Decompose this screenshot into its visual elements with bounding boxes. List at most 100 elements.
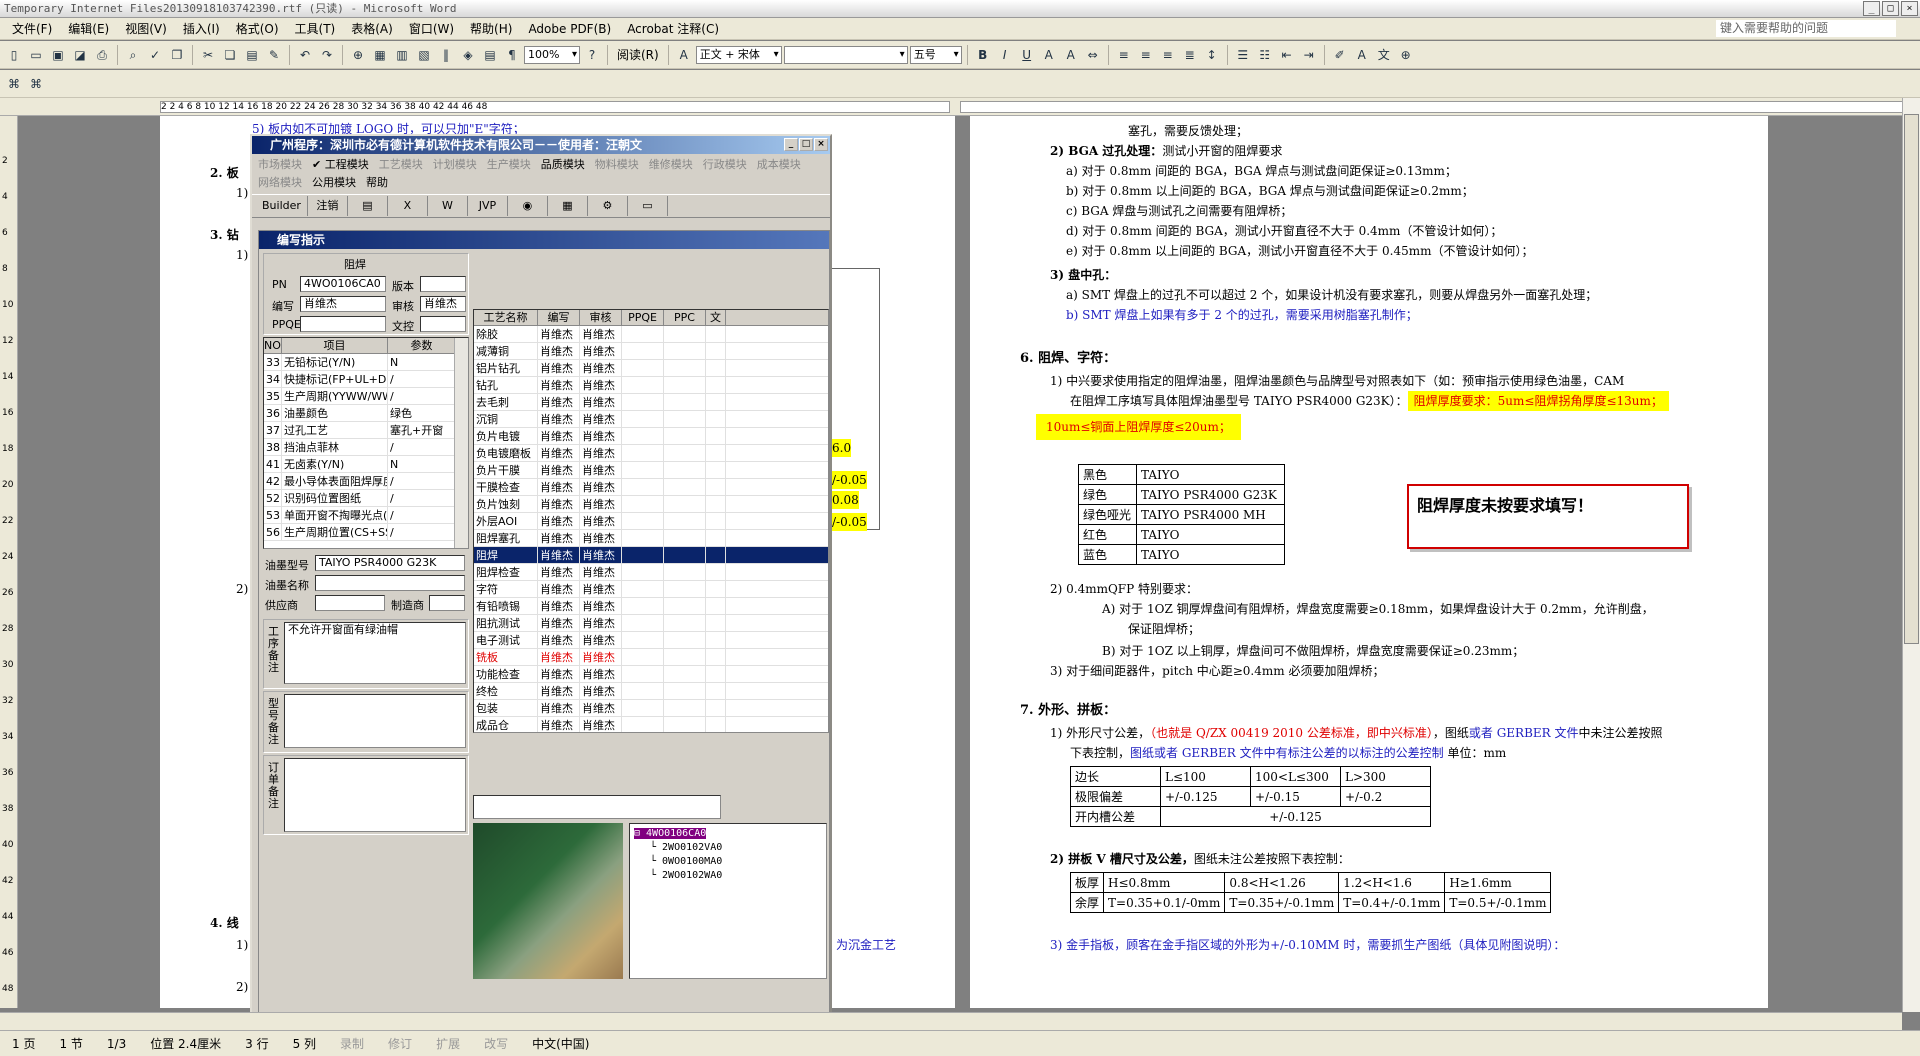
help-icon[interactable]: ?	[582, 45, 602, 65]
doc-control-field[interactable]	[420, 316, 466, 332]
show-hide-icon[interactable]: ¶	[502, 45, 522, 65]
format-painter-icon[interactable]: ✎	[264, 45, 284, 65]
dialog-menu-item[interactable]: 成本模块	[757, 156, 801, 174]
table-row[interactable]: 负片电镀 肖维杰 肖维杰	[474, 428, 828, 445]
spelling-icon[interactable]: ✓	[145, 45, 165, 65]
menu-item[interactable]: 窗口(W)	[401, 20, 462, 37]
horizontal-scrollbar[interactable]	[0, 1012, 1902, 1030]
columns-icon[interactable]: ‖	[436, 45, 456, 65]
table-row[interactable]: 42 最小导体表面阻焊厚度 /	[264, 473, 468, 490]
menu-item[interactable]: 编辑(E)	[60, 20, 117, 37]
table-row[interactable]: 33 无铅标记(Y/N) N	[264, 354, 468, 371]
tables-icon[interactable]: ▦	[370, 45, 390, 65]
styles-icon[interactable]: A	[674, 45, 694, 65]
enclose-char-icon[interactable]: ⊕	[1396, 45, 1416, 65]
align-left-icon[interactable]: ≡	[1114, 45, 1134, 65]
table-row[interactable]: 41 无卤素(Y/N) N	[264, 456, 468, 473]
dialog-tool-button[interactable]: Builder	[256, 196, 308, 216]
close-button[interactable]: ×	[1901, 1, 1918, 16]
font-size-select[interactable]: 五号	[909, 45, 962, 64]
maximize-button[interactable]: □	[1882, 1, 1899, 16]
table-row[interactable]: 干膜检查 肖维杰 肖维杰	[474, 479, 828, 496]
help-search-input[interactable]: 键入需要帮助的问题	[1716, 20, 1896, 37]
phonetic-icon[interactable]: 文	[1374, 45, 1394, 65]
table-row[interactable]: 53单面开窗不掏曝光点(CS/	[264, 507, 468, 524]
horizontal-ruler[interactable]: 2 2 4 6 8 10 12 14 16 18 20 22 24 26 28 …	[0, 98, 1920, 116]
table-row[interactable]: 34快捷标记(FP+UL+DateCo/	[264, 371, 468, 388]
dialog-close-button[interactable]: ×	[814, 138, 828, 151]
supplier-select[interactable]	[315, 595, 385, 611]
vertical-scrollbar[interactable]	[1902, 98, 1920, 1012]
table-row[interactable]: 成品仓 肖维杰 肖维杰	[474, 717, 828, 732]
erp-dialog[interactable]: 广州程序：深圳市必有德计算机软件技术有限公司－－使用者：汪朝文 _ □ × 市场…	[250, 134, 832, 1018]
dialog-tool-button[interactable]: ▤	[348, 196, 388, 216]
table-row[interactable]: 56 生产周期位置(CS+SS) /	[264, 524, 468, 541]
dialog-menu-item[interactable]: 行政模块	[703, 156, 747, 174]
process-note-field[interactable]: 不允许开窗面有绿油帽	[284, 622, 466, 684]
table-row[interactable]: 37 过孔工艺 塞孔+开窗	[264, 422, 468, 439]
hyperlink-icon[interactable]: ⊕	[348, 45, 368, 65]
table-row[interactable]: 35生产周期(YYWW/WWYY)/	[264, 388, 468, 405]
minimize-button[interactable]: _	[1863, 1, 1880, 16]
char-scale-icon[interactable]: ⇔	[1083, 45, 1103, 65]
underline-icon[interactable]: U	[1017, 45, 1037, 65]
table-row[interactable]: 去毛刺 肖维杰 肖维杰	[474, 394, 828, 411]
table-row[interactable]: 负电镀磨板 肖维杰 肖维杰	[474, 445, 828, 462]
table-row[interactable]: 包装 肖维杰 肖维杰	[474, 700, 828, 717]
table-row[interactable]: 钻孔 肖维杰 肖维杰	[474, 377, 828, 394]
paste-icon[interactable]: ▤	[242, 45, 262, 65]
decrease-indent-icon[interactable]: ⇤	[1277, 45, 1297, 65]
table-row[interactable]: 阻焊塞孔 肖维杰 肖维杰	[474, 530, 828, 547]
insert-table-icon[interactable]: ▥	[392, 45, 412, 65]
drawing-icon[interactable]: ◈	[458, 45, 478, 65]
model-note-field[interactable]	[284, 694, 466, 748]
font-color-icon[interactable]: A	[1352, 45, 1372, 65]
table-row[interactable]: 52 识别码位置图纸 /	[264, 490, 468, 507]
justify-icon[interactable]: ≣	[1180, 45, 1200, 65]
process-table[interactable]: 工艺名称 编写 审核 PPQE PPC 文除胶 肖维杰 肖维杰 减薄铜 肖维杰 肖维杰 铝片钻孔 肖维杰…	[473, 309, 829, 733]
tree-node[interactable]: └ 2WO0102WA0	[650, 870, 722, 881]
table-row[interactable]: 阻焊检查 肖维杰 肖维杰	[474, 564, 828, 581]
table-row[interactable]: 终检 肖维杰 肖维杰	[474, 683, 828, 700]
undo-icon[interactable]: ↶	[295, 45, 315, 65]
dialog-tool-button[interactable]: ◉	[508, 196, 548, 216]
dialog-tool-button[interactable]: ▦	[548, 196, 588, 216]
print-preview-icon[interactable]: ⌕	[123, 45, 143, 65]
table-row[interactable]: 沉铜 肖维杰 肖维杰	[474, 411, 828, 428]
dialog-menu-item[interactable]: 网络模块	[258, 174, 302, 192]
insert-excel-icon[interactable]: ▧	[414, 45, 434, 65]
table-row[interactable]: 铣板 肖维杰 肖维杰	[474, 649, 828, 666]
char-shading-icon[interactable]: A	[1061, 45, 1081, 65]
dialog-tool-button[interactable]: ⚙	[588, 196, 628, 216]
redo-icon[interactable]: ↷	[317, 45, 337, 65]
menu-item[interactable]: 帮助(H)	[462, 20, 520, 37]
menu-item[interactable]: 工具(T)	[287, 20, 344, 37]
dialog-menu-item[interactable]: 计划模块	[433, 156, 477, 174]
table-row[interactable]: 铝片钻孔 肖维杰 肖维杰	[474, 360, 828, 377]
print-icon[interactable]: ⎙	[92, 45, 112, 65]
dialog-tool-button[interactable]: W	[428, 196, 468, 216]
tree-node[interactable]: └ 0WO0100MA0	[650, 856, 722, 867]
dialog-minimize-button[interactable]: _	[784, 138, 798, 151]
tree-node[interactable]: ⊟ 4WO0106CA0	[634, 828, 707, 839]
font-select[interactable]	[783, 45, 908, 64]
review-field[interactable]: 肖维杰	[420, 296, 466, 312]
numbering-icon[interactable]: ☰	[1233, 45, 1253, 65]
dialog-maximize-button[interactable]: □	[799, 138, 813, 151]
dialog-menu-item[interactable]: 公用模块	[312, 174, 356, 192]
dialog-menu-item[interactable]: 市场模块	[258, 156, 302, 174]
table-row[interactable]: 负片干膜 肖维杰 肖维杰	[474, 462, 828, 479]
char-border-icon[interactable]: A	[1039, 45, 1059, 65]
table-row[interactable]: 除胶 肖维杰 肖维杰	[474, 326, 828, 343]
pdf-email-icon[interactable]: ⌘	[26, 74, 46, 94]
table-row[interactable]: 阻焊 肖维杰 肖维杰	[474, 547, 828, 564]
table-row[interactable]: 功能检查 肖维杰 肖维杰	[474, 666, 828, 683]
align-right-icon[interactable]: ≡	[1158, 45, 1178, 65]
increase-indent-icon[interactable]: ⇥	[1299, 45, 1319, 65]
menu-item[interactable]: 视图(V)	[117, 20, 175, 37]
table-row[interactable]: 电子测试 肖维杰 肖维杰	[474, 632, 828, 649]
params-table[interactable]: NO项目参数33无铅标记(Y/N)N34快捷标记(FP+UL+DateCo/35…	[263, 337, 469, 549]
doc-map-icon[interactable]: ▤	[480, 45, 500, 65]
permission-icon[interactable]: ◪	[70, 45, 90, 65]
params-scrollbar[interactable]	[454, 338, 468, 548]
